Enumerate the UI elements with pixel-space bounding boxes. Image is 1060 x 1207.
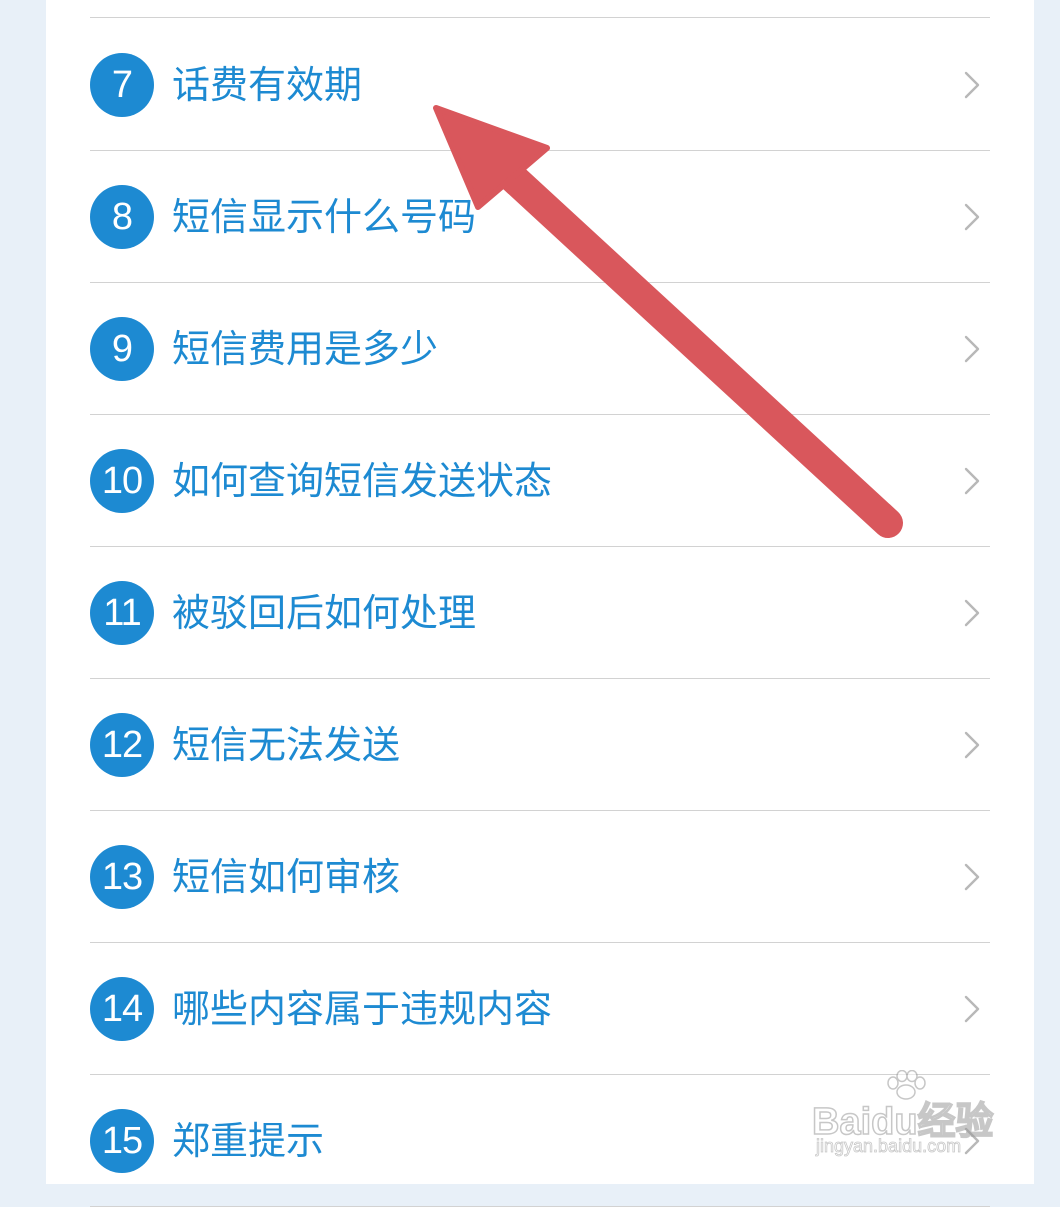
item-number-badge: 15: [90, 1109, 154, 1173]
item-number-badge: 12: [90, 713, 154, 777]
item-number-badge: 10: [90, 449, 154, 513]
item-label: 哪些内容属于违规内容: [172, 987, 553, 1031]
item-label: 短信无法发送: [172, 723, 401, 767]
chevron-right-icon: [964, 995, 980, 1023]
item-number-badge: 13: [90, 845, 154, 909]
faq-item[interactable]: 8 短信显示什么号码: [90, 151, 990, 283]
item-number-badge: 11: [90, 581, 154, 645]
item-number-badge: 8: [90, 185, 154, 249]
faq-item[interactable]: 9 短信费用是多少: [90, 283, 990, 415]
faq-item[interactable]: 13 短信如何审核: [90, 811, 990, 943]
top-divider: [90, 17, 990, 18]
item-number-badge: 7: [90, 53, 154, 117]
item-number-badge: 14: [90, 977, 154, 1041]
chevron-right-icon: [964, 599, 980, 627]
chevron-right-icon: [964, 71, 980, 99]
chevron-right-icon: [964, 1127, 980, 1155]
item-label: 短信如何审核: [172, 855, 401, 899]
item-label: 短信显示什么号码: [172, 195, 477, 239]
faq-item[interactable]: 14 哪些内容属于违规内容: [90, 943, 990, 1075]
item-label: 被驳回后如何处理: [172, 591, 477, 635]
item-label: 短信费用是多少: [172, 327, 439, 371]
faq-item[interactable]: 7 话费有效期: [90, 19, 990, 151]
item-label: 郑重提示: [172, 1119, 325, 1163]
chevron-right-icon: [964, 863, 980, 891]
faq-item[interactable]: 10 如何查询短信发送状态: [90, 415, 990, 547]
chevron-right-icon: [964, 203, 980, 231]
chevron-right-icon: [964, 335, 980, 363]
item-number-badge: 9: [90, 317, 154, 381]
chevron-right-icon: [964, 731, 980, 759]
item-label: 话费有效期: [172, 63, 363, 107]
faq-item[interactable]: 12 短信无法发送: [90, 679, 990, 811]
chevron-right-icon: [964, 467, 980, 495]
faq-item[interactable]: 15 郑重提示: [90, 1075, 990, 1207]
faq-item[interactable]: 11 被驳回后如何处理: [90, 547, 990, 679]
item-label: 如何查询短信发送状态: [172, 459, 553, 503]
